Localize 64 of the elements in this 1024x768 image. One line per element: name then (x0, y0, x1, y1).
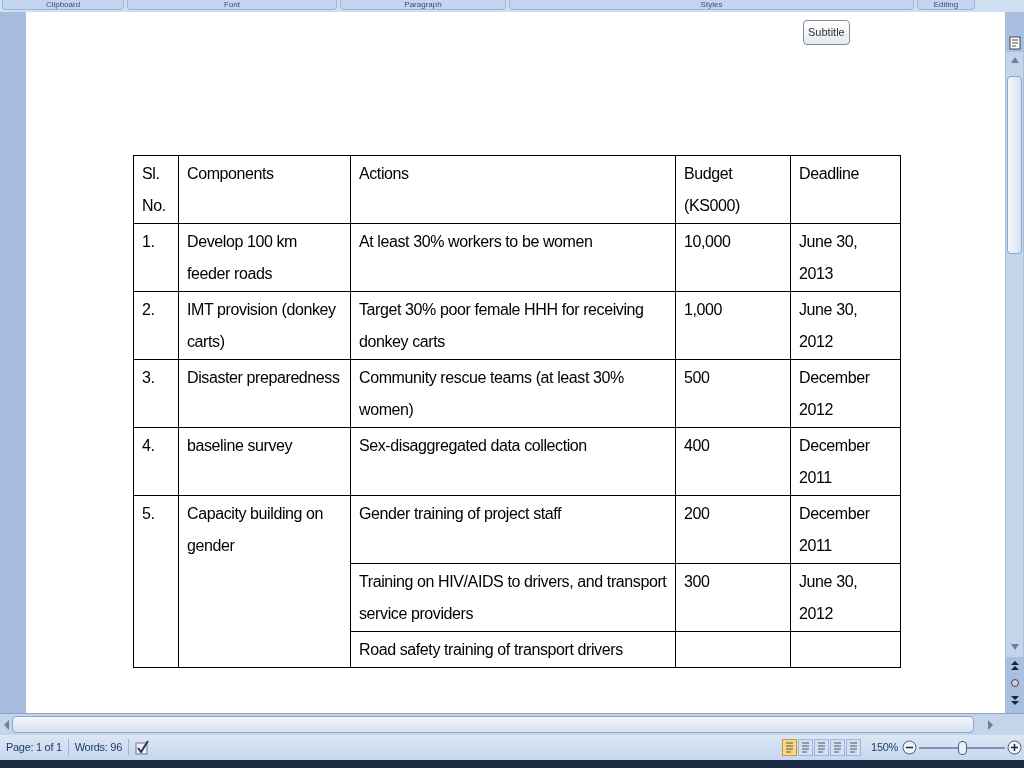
deadline-text: December 2011 (799, 437, 870, 486)
action-text: Gender training of project staff (359, 505, 562, 522)
action-text: Sex-disaggregated data collection (359, 437, 587, 454)
ribbon-group-label[interactable]: Font (127, 0, 337, 10)
ribbon-group-label[interactable]: Styles (509, 0, 914, 10)
previous-page-icon[interactable] (1010, 661, 1019, 671)
zoom-slider[interactable] (919, 739, 1005, 756)
ribbon-group-label[interactable]: Paragraph (340, 0, 506, 10)
serial-number: 5. (142, 505, 155, 522)
scroll-up-icon[interactable] (1009, 56, 1020, 64)
scroll-thumb[interactable] (1007, 76, 1022, 254)
ribbon-group-label[interactable]: Clipboard (2, 0, 124, 10)
budget-text: 10,000 (684, 233, 731, 250)
budget-text: 1,000 (684, 301, 723, 318)
action-text: Road safety training of transport drivers (359, 641, 623, 658)
serial-number: 4. (142, 437, 155, 454)
view-button-icon[interactable] (782, 739, 798, 756)
browse-object-icon[interactable] (1010, 679, 1019, 687)
action-text: At least 30% workers to be women (359, 233, 593, 250)
serial-number: 3. (142, 369, 155, 386)
page-count[interactable]: Page: 1 of 1 (0, 739, 69, 756)
deadline-text: June 30, 2012 (799, 301, 858, 350)
component-text: Develop 100 km feeder roads (187, 233, 298, 282)
budget-text: 200 (684, 505, 710, 522)
component-text: Disaster preparedness (187, 369, 340, 386)
action-text: Target 30% poor female HHH for receiving donkey carts (359, 301, 644, 350)
view-button-icon[interactable] (814, 739, 830, 756)
scrollbar[interactable] (1006, 52, 1023, 657)
budget-text: 400 (684, 437, 710, 454)
ruler-toggle-icon[interactable] (1008, 36, 1021, 50)
serial-number: 1. (142, 233, 155, 250)
serial-number: 2. (142, 301, 155, 318)
horizontal-scrollbar[interactable] (0, 713, 1024, 735)
scroll-left-icon[interactable] (3, 719, 9, 730)
column-header: Sl. No. (142, 165, 166, 214)
deadline-text: December 2011 (799, 505, 870, 554)
budget-text: 500 (684, 369, 710, 386)
tooltip: Subtitle (803, 20, 850, 45)
next-page-icon[interactable] (1010, 695, 1019, 705)
zoom-out-icon[interactable] (902, 740, 917, 755)
scroll-thumb[interactable] (12, 716, 974, 733)
zoom-in-icon[interactable] (1007, 740, 1022, 755)
deadline-text: June 30, 2013 (799, 233, 858, 282)
action-text: Community rescue teams (at least 30% women) (359, 369, 624, 418)
column-header: Components (187, 165, 274, 182)
scroll-right-icon[interactable] (988, 719, 994, 730)
proofing-icon[interactable] (134, 739, 151, 756)
scroll-down-icon[interactable] (1009, 643, 1020, 651)
budget-text: 300 (684, 573, 710, 590)
deadline-text: June 30, 2012 (799, 573, 858, 622)
view-button-icon[interactable] (798, 739, 814, 756)
action-text: Training on HIV/AIDS to drivers, and transport service providers (359, 573, 667, 622)
ribbon-group-label[interactable]: Editing (917, 0, 975, 10)
component-text: IMT provision (donkey carts) (187, 301, 336, 350)
view-button-icon[interactable] (830, 739, 846, 756)
component-text: Capacity building on gender (187, 505, 324, 554)
column-header: Deadline (799, 165, 859, 182)
column-header: Budget (KS000) (684, 165, 740, 214)
word-count[interactable]: Words: 96 (68, 739, 129, 756)
component-text: baseline survey (187, 437, 293, 454)
deadline-text: December 2012 (799, 369, 870, 418)
column-header: Actions (359, 165, 409, 182)
view-button-icon[interactable] (846, 739, 862, 756)
zoom-level[interactable]: 150% (871, 739, 898, 756)
